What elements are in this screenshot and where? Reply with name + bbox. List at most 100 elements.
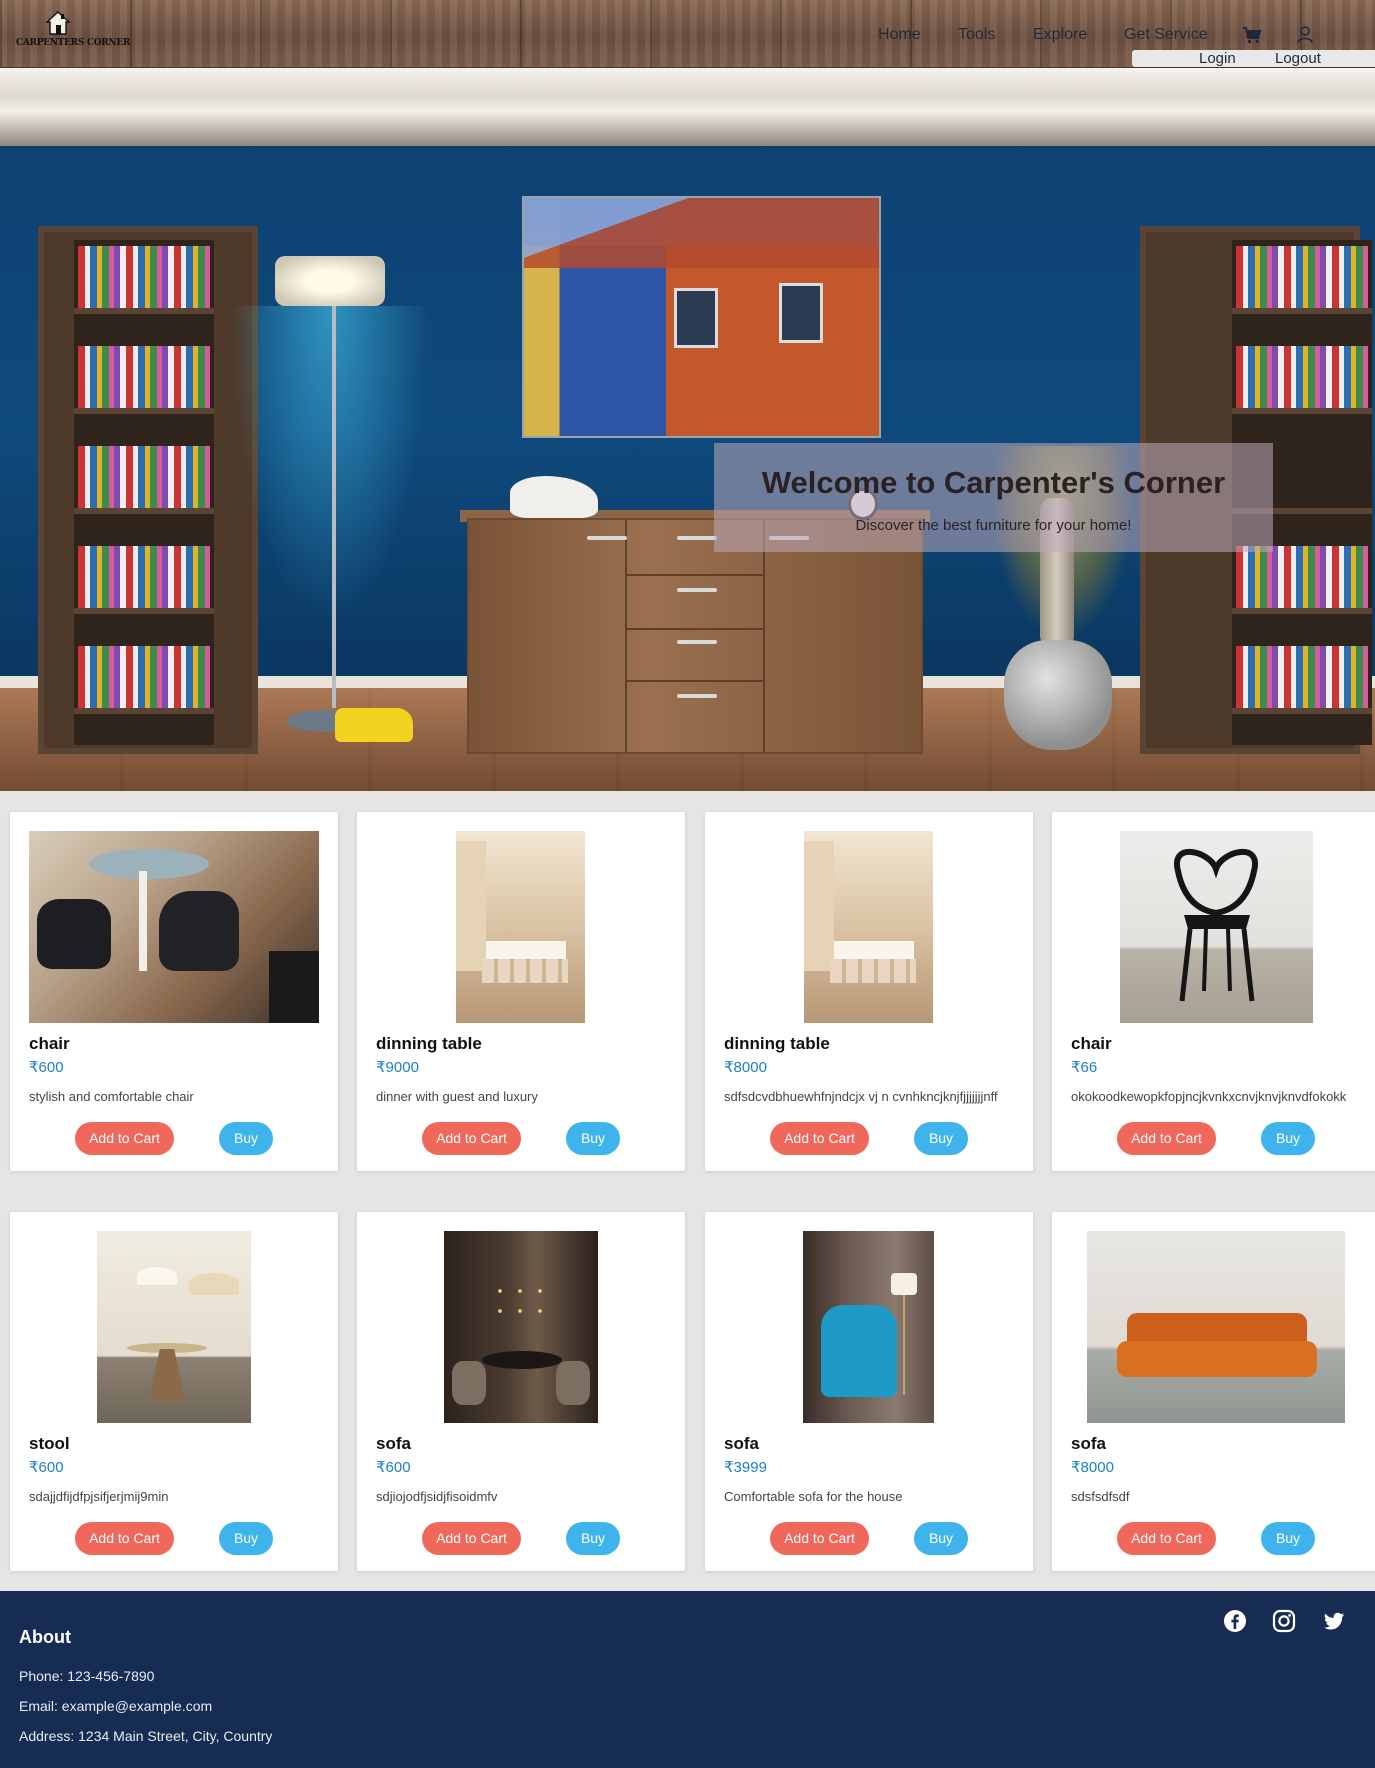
product-name: chair: [1071, 1034, 1112, 1053]
nav-explore[interactable]: Explore: [1033, 26, 1087, 44]
product-name: sofa: [724, 1434, 759, 1453]
buy-button[interactable]: Buy: [219, 1522, 273, 1555]
product-description: sdjiojodfjsidjfisoidmfv: [376, 1489, 498, 1504]
product-description: okokoodkewopkfopjncjkvnkxcnvjknvjknvdfok…: [1071, 1089, 1347, 1104]
product-card: sofa ₹600 sdjiojodfjsidjfisoidmfv Add to…: [357, 1212, 685, 1571]
chair-shape: [37, 899, 111, 969]
product-image[interactable]: [97, 1231, 251, 1423]
add-to-cart-button[interactable]: Add to Cart: [1117, 1122, 1216, 1155]
shelf-row: [1232, 640, 1372, 714]
curtain: [804, 841, 834, 971]
instagram-icon[interactable]: [1272, 1609, 1296, 1633]
painting-window: [779, 283, 823, 343]
armchair: [821, 1305, 897, 1397]
product-price: ₹8000: [1071, 1459, 1114, 1476]
product-description: sdajjdfijdfpjsifjerjmij9min: [29, 1489, 169, 1504]
site-header: CARPENTERS CORNER Home Tools Explore Get…: [0, 0, 1375, 68]
cabinet-divider: [763, 520, 765, 752]
shelf-row: [74, 440, 214, 514]
product-image[interactable]: [804, 831, 933, 1023]
dining-chair: [556, 1361, 590, 1405]
add-to-cart-button[interactable]: Add to Cart: [75, 1122, 174, 1155]
user-icon[interactable]: [1295, 25, 1315, 45]
table-top: [89, 849, 209, 879]
shelf-inner: [74, 240, 214, 745]
product-card: dinning table ₹9000 dinner with guest an…: [357, 812, 685, 1171]
add-to-cart-button[interactable]: Add to Cart: [770, 1122, 869, 1155]
product-image[interactable]: [1087, 1231, 1345, 1423]
product-image[interactable]: [444, 1231, 598, 1423]
pendant-lamp: [137, 1267, 177, 1285]
logo[interactable]: CARPENTERS CORNER: [16, 10, 130, 54]
product-image[interactable]: [29, 831, 319, 1023]
buy-button[interactable]: Buy: [1261, 1522, 1315, 1555]
buy-button[interactable]: Buy: [1261, 1122, 1315, 1155]
painting-roof: [524, 198, 879, 268]
nav-home[interactable]: Home: [878, 26, 921, 44]
hero-subtitle: Discover the best furniture for your hom…: [855, 517, 1132, 534]
product-card: sofa ₹3999 Comfortable sofa for the hous…: [705, 1212, 1033, 1571]
sofa-seat: [1117, 1341, 1317, 1377]
floor-lamp: [332, 288, 336, 708]
round-table: [482, 1351, 562, 1369]
cabinet-divider: [625, 520, 627, 752]
pendant-lights: [490, 1281, 552, 1317]
product-description: stylish and comfortable chair: [29, 1089, 194, 1104]
left-bookshelf: [38, 226, 258, 754]
product-name: dinning table: [376, 1034, 482, 1053]
product-image[interactable]: [456, 831, 585, 1023]
black-chair-icon: [1173, 849, 1259, 1002]
auth-bar: Login Logout: [1132, 50, 1375, 67]
product-name: dinning table: [724, 1034, 830, 1053]
product-image[interactable]: [803, 1231, 934, 1423]
drawer-line: [627, 628, 763, 630]
chairs: [830, 959, 916, 983]
painting-window: [674, 288, 718, 348]
books: [78, 646, 210, 708]
buy-button[interactable]: Buy: [566, 1122, 620, 1155]
product-card: stool ₹600 sdajjdfijdfpjsifjerjmij9min A…: [10, 1212, 338, 1571]
shelf-row: [74, 340, 214, 414]
facebook-icon[interactable]: [1223, 1609, 1247, 1633]
add-to-cart-button[interactable]: Add to Cart: [422, 1122, 521, 1155]
product-name: sofa: [1071, 1434, 1106, 1453]
buy-button[interactable]: Buy: [914, 1122, 968, 1155]
product-price: ₹8000: [724, 1059, 767, 1076]
product-name: chair: [29, 1034, 70, 1053]
product-description: sdsfsdfsdf: [1071, 1489, 1130, 1504]
lamp-stand: [903, 1295, 905, 1395]
buy-button[interactable]: Buy: [914, 1522, 968, 1555]
books: [1236, 346, 1368, 408]
lamp-shade: [275, 256, 385, 306]
product-card: sofa ₹8000 sdsfsdfsdf Add to Cart Buy: [1052, 1212, 1375, 1571]
product-image[interactable]: [1120, 831, 1313, 1023]
twitter-icon[interactable]: [1322, 1609, 1346, 1633]
dining-chair: [452, 1361, 486, 1405]
buy-button[interactable]: Buy: [566, 1522, 620, 1555]
welcome-box: Welcome to Carpenter's Corner Discover t…: [714, 443, 1273, 552]
chairs: [482, 959, 568, 983]
product-price: ₹600: [376, 1459, 411, 1476]
books: [1236, 546, 1368, 608]
footer-phone: Phone: 123-456-7890: [19, 1668, 155, 1684]
cart-icon[interactable]: [1242, 25, 1262, 45]
nav-tools[interactable]: Tools: [958, 26, 995, 44]
product-description: Comfortable sofa for the house: [724, 1489, 903, 1504]
wall-painting: [522, 196, 881, 438]
sofa-shape: [269, 951, 319, 1023]
ceiling-molding: [0, 68, 1375, 146]
shelf-row: [74, 240, 214, 314]
login-link[interactable]: Login: [1199, 50, 1236, 67]
add-to-cart-button[interactable]: Add to Cart: [770, 1522, 869, 1555]
pendant-lamp: [189, 1273, 239, 1295]
buy-button[interactable]: Buy: [219, 1122, 273, 1155]
nav-get-service[interactable]: Get Service: [1124, 26, 1208, 44]
product-card: chair ₹600 stylish and comfortable chair…: [10, 812, 338, 1171]
add-to-cart-button[interactable]: Add to Cart: [75, 1522, 174, 1555]
logout-link[interactable]: Logout: [1275, 50, 1321, 67]
cabinet-handle: [677, 640, 717, 644]
add-to-cart-button[interactable]: Add to Cart: [1117, 1522, 1216, 1555]
product-price: ₹9000: [376, 1059, 419, 1076]
product-price: ₹600: [29, 1059, 64, 1076]
add-to-cart-button[interactable]: Add to Cart: [422, 1522, 521, 1555]
